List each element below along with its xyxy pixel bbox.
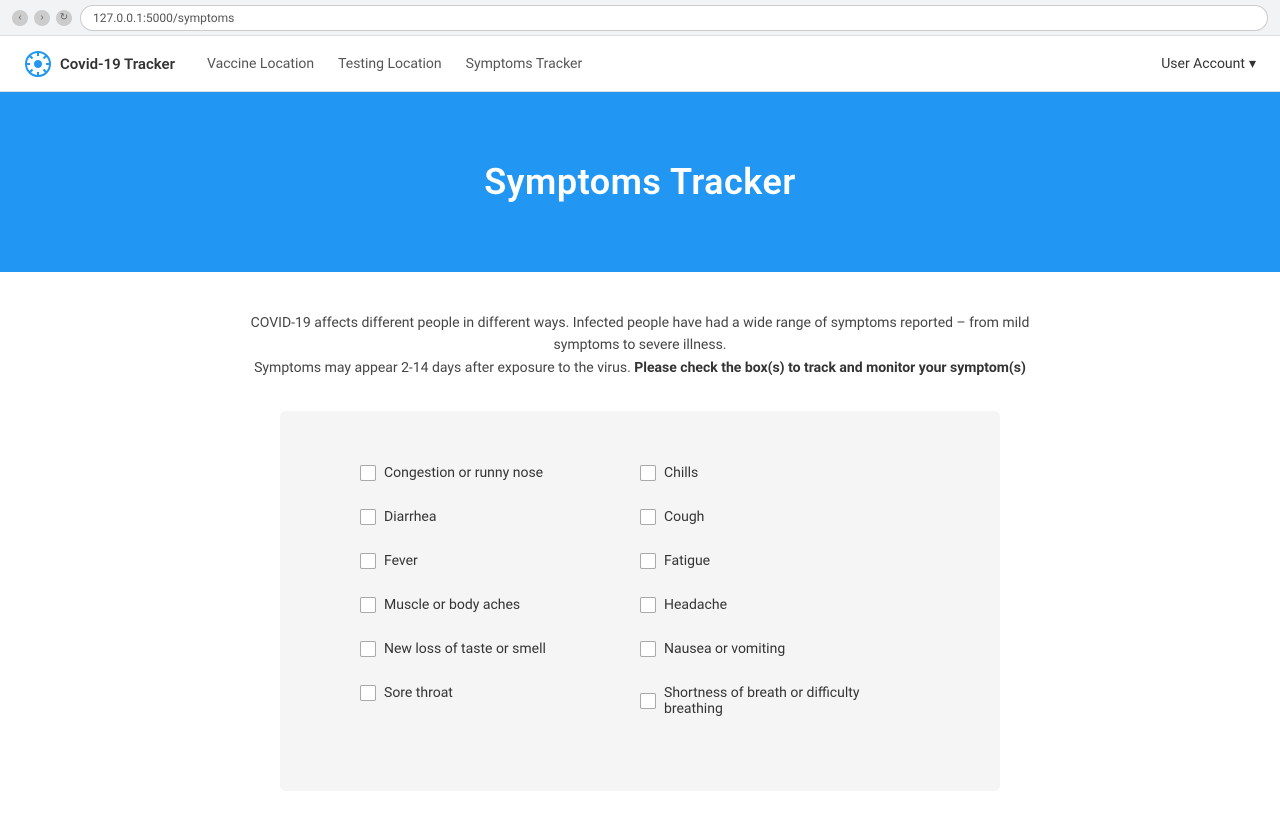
symptoms-grid: Congestion or runny nose Diarrhea Fever … bbox=[360, 451, 920, 731]
navbar-right: User Account ▾ bbox=[1161, 56, 1256, 72]
dropdown-arrow-icon: ▾ bbox=[1249, 56, 1256, 72]
symptom-label-fatigue: Fatigue bbox=[664, 553, 710, 569]
symptom-label-diarrhea: Diarrhea bbox=[384, 509, 436, 525]
back-button[interactable]: ‹ bbox=[12, 10, 28, 26]
nav-symptoms-tracker[interactable]: Symptoms Tracker bbox=[466, 56, 583, 72]
nav-links: Vaccine Location Testing Location Sympto… bbox=[207, 56, 582, 72]
list-item: Muscle or body aches bbox=[360, 583, 640, 627]
list-item: Diarrhea bbox=[360, 495, 640, 539]
hero-title: Symptoms Tracker bbox=[484, 161, 796, 203]
browser-bar: ‹ › ↻ 127.0.0.1:5000/symptoms bbox=[0, 0, 1280, 36]
list-item: Congestion or runny nose bbox=[360, 451, 640, 495]
description-text: COVID-19 affects different people in dif… bbox=[230, 312, 1050, 379]
checkbox-chills[interactable] bbox=[640, 465, 656, 481]
url-text: 127.0.0.1:5000/symptoms bbox=[93, 11, 234, 25]
list-item: Nausea or vomiting bbox=[640, 627, 920, 671]
checkbox-headache[interactable] bbox=[640, 597, 656, 613]
symptom-label-taste-smell: New loss of taste or smell bbox=[384, 641, 546, 657]
symptom-label-muscle-aches: Muscle or body aches bbox=[384, 597, 520, 613]
checkbox-diarrhea[interactable] bbox=[360, 509, 376, 525]
reload-button[interactable]: ↻ bbox=[56, 10, 72, 26]
list-item: Fatigue bbox=[640, 539, 920, 583]
description-line2-bold: Please check the box(s) to track and mon… bbox=[634, 360, 1026, 376]
symptoms-right-column: Chills Cough Fatigue Headache Nausea or … bbox=[640, 451, 920, 731]
brand-icon bbox=[24, 50, 52, 78]
user-account-menu[interactable]: User Account ▾ bbox=[1161, 56, 1256, 72]
main-content: COVID-19 affects different people in dif… bbox=[0, 272, 1280, 831]
browser-controls: ‹ › ↻ bbox=[12, 10, 72, 26]
symptom-label-congestion: Congestion or runny nose bbox=[384, 465, 543, 481]
symptom-label-fever: Fever bbox=[384, 553, 418, 569]
description-line1: COVID-19 affects different people in dif… bbox=[251, 315, 1030, 353]
symptom-label-nausea: Nausea or vomiting bbox=[664, 641, 785, 657]
navbar-left: Covid-19 Tracker Vaccine Location Testin… bbox=[24, 50, 582, 78]
symptom-label-sore-throat: Sore throat bbox=[384, 685, 453, 701]
list-item: New loss of taste or smell bbox=[360, 627, 640, 671]
list-item: Shortness of breath or difficulty breath… bbox=[640, 671, 920, 731]
symptom-label-shortness-breath: Shortness of breath or difficulty breath… bbox=[664, 685, 920, 717]
navbar: Covid-19 Tracker Vaccine Location Testin… bbox=[0, 36, 1280, 92]
list-item: Fever bbox=[360, 539, 640, 583]
checkbox-cough[interactable] bbox=[640, 509, 656, 525]
forward-button[interactable]: › bbox=[34, 10, 50, 26]
nav-testing-location[interactable]: Testing Location bbox=[338, 56, 442, 72]
checkbox-congestion[interactable] bbox=[360, 465, 376, 481]
nav-vaccine-location[interactable]: Vaccine Location bbox=[207, 56, 314, 72]
checkbox-taste-smell[interactable] bbox=[360, 641, 376, 657]
description-line2-prefix: Symptoms may appear 2-14 days after expo… bbox=[254, 360, 631, 376]
list-item: Chills bbox=[640, 451, 920, 495]
list-item: Headache bbox=[640, 583, 920, 627]
hero-section: Symptoms Tracker bbox=[0, 92, 1280, 272]
brand[interactable]: Covid-19 Tracker bbox=[24, 50, 175, 78]
list-item: Sore throat bbox=[360, 671, 640, 715]
checkbox-shortness-breath[interactable] bbox=[640, 693, 656, 709]
list-item: Cough bbox=[640, 495, 920, 539]
checkbox-nausea[interactable] bbox=[640, 641, 656, 657]
address-bar[interactable]: 127.0.0.1:5000/symptoms bbox=[80, 5, 1268, 31]
checkbox-sore-throat[interactable] bbox=[360, 685, 376, 701]
brand-label: Covid-19 Tracker bbox=[60, 55, 175, 73]
checkbox-muscle-aches[interactable] bbox=[360, 597, 376, 613]
symptom-label-headache: Headache bbox=[664, 597, 727, 613]
user-account-label: User Account bbox=[1161, 56, 1245, 72]
symptoms-card: Congestion or runny nose Diarrhea Fever … bbox=[280, 411, 1000, 791]
symptoms-left-column: Congestion or runny nose Diarrhea Fever … bbox=[360, 451, 640, 731]
checkbox-fatigue[interactable] bbox=[640, 553, 656, 569]
checkbox-fever[interactable] bbox=[360, 553, 376, 569]
symptom-label-chills: Chills bbox=[664, 465, 698, 481]
symptom-label-cough: Cough bbox=[664, 509, 704, 525]
